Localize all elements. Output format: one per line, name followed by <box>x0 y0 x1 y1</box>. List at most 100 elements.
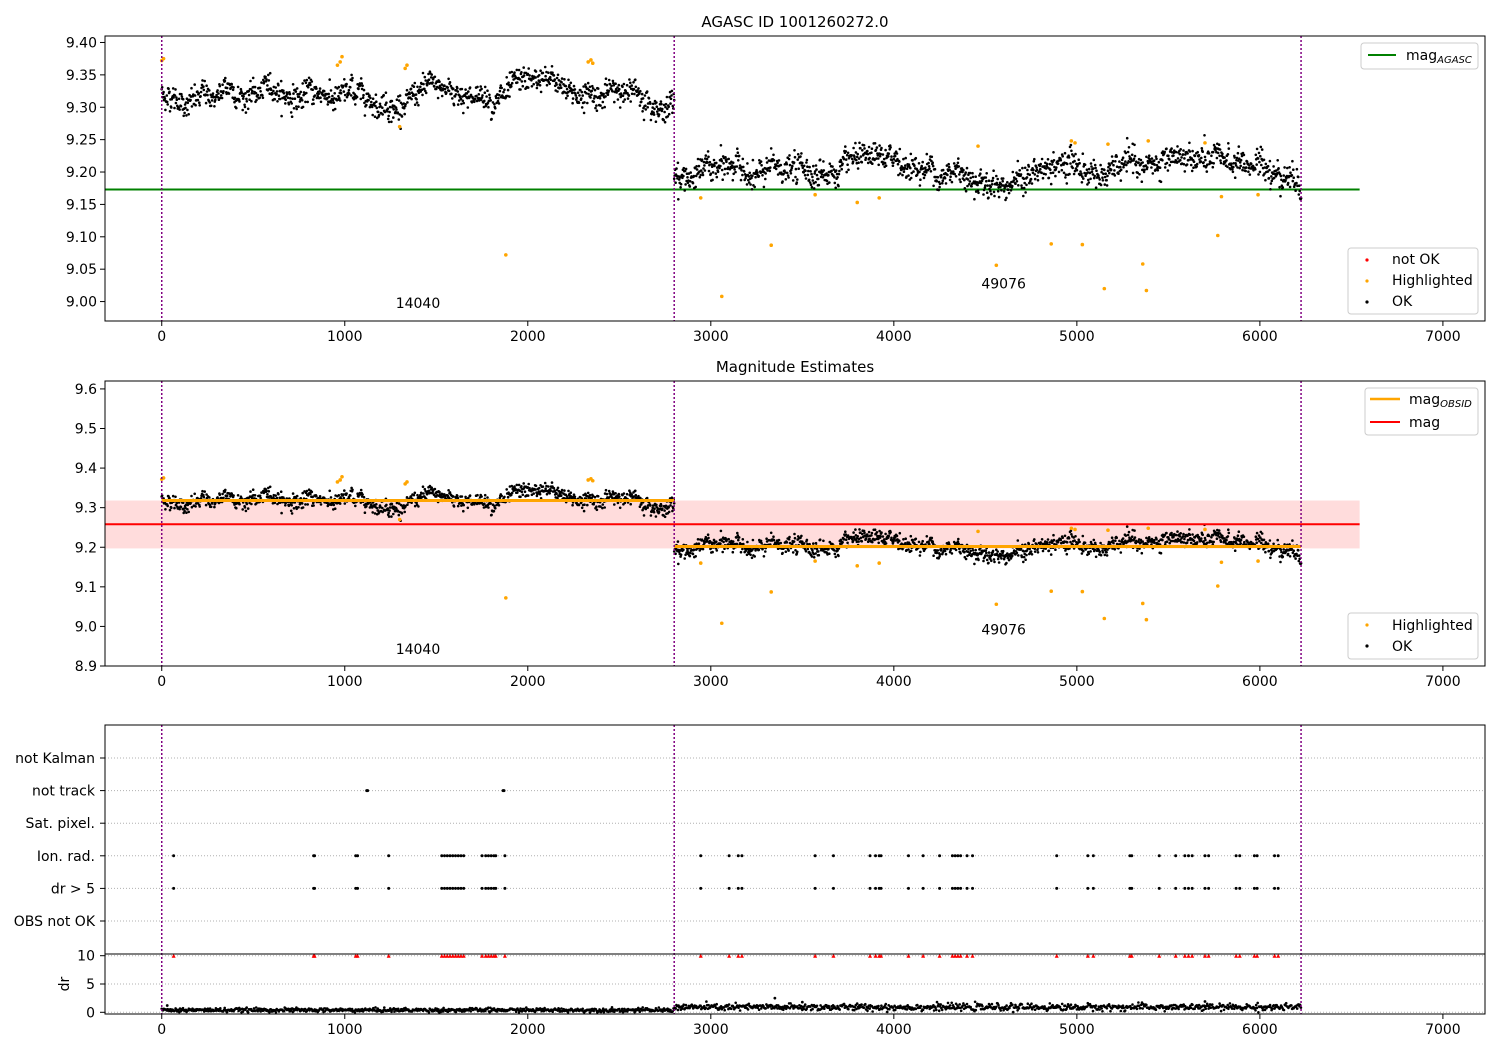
ok-point <box>516 81 519 84</box>
ok-point <box>497 504 501 507</box>
ok-point <box>860 540 864 543</box>
ok-point <box>810 172 813 176</box>
ok-point <box>1092 538 1096 542</box>
ok-point <box>992 558 996 561</box>
ok-point <box>1260 532 1264 535</box>
ok-point <box>1258 170 1262 174</box>
ok-point <box>507 81 510 84</box>
ok-point <box>982 193 985 196</box>
ok-point <box>1291 159 1294 163</box>
ok-point <box>1203 134 1206 137</box>
ok-point <box>375 506 379 510</box>
ok-point <box>957 542 961 546</box>
ok-point <box>415 101 419 104</box>
ok-point <box>709 172 713 175</box>
ok-point <box>859 146 862 150</box>
ok-point <box>931 540 934 543</box>
ok-point <box>1050 163 1054 166</box>
ok-point <box>691 181 695 185</box>
ok-point <box>1035 166 1038 169</box>
ok-point <box>594 106 597 110</box>
ok-point <box>265 78 268 81</box>
ok-point <box>272 89 275 93</box>
ok-point <box>162 90 165 94</box>
ok-point <box>679 182 683 186</box>
ok-point <box>1191 533 1194 536</box>
ok-point <box>606 93 610 96</box>
ok-point <box>697 542 701 545</box>
ok-point <box>374 93 378 96</box>
ok-point <box>623 98 627 101</box>
ok-point <box>241 97 245 100</box>
ok-point <box>1106 169 1110 172</box>
ok-point <box>640 92 644 96</box>
ok-point <box>965 166 969 170</box>
ok-point <box>711 171 715 174</box>
ok-point <box>688 185 692 188</box>
ok-point <box>566 94 569 98</box>
ok-point <box>1295 181 1298 185</box>
ok-point <box>456 86 459 90</box>
x-tick-label: 7000 <box>1425 329 1461 345</box>
ok-point <box>1056 162 1060 165</box>
ok-point <box>873 528 877 531</box>
ok-point <box>750 188 754 191</box>
ok-point <box>497 96 500 100</box>
ok-point <box>1083 163 1087 166</box>
ok-point <box>209 505 213 509</box>
ok-point <box>739 178 743 182</box>
ok-point <box>737 536 741 539</box>
ok-point <box>466 106 470 109</box>
ok-point <box>1288 185 1292 189</box>
ok-point <box>1239 158 1243 162</box>
ok-point <box>193 83 196 86</box>
ok-point <box>822 160 825 163</box>
ok-point <box>1033 157 1036 161</box>
ok-point <box>487 506 490 509</box>
ok-point <box>737 159 740 162</box>
ok-point <box>1269 188 1272 191</box>
ok-point <box>996 177 999 181</box>
ok-point <box>1054 174 1057 178</box>
ok-point <box>521 84 525 88</box>
ok-point <box>483 91 487 94</box>
ok-point <box>984 554 987 557</box>
ok-point <box>544 74 547 78</box>
ok-point <box>1118 160 1121 163</box>
ok-point <box>947 162 950 166</box>
ok-point <box>1285 177 1288 180</box>
ok-point <box>291 83 295 86</box>
ok-point <box>654 120 658 123</box>
ok-point <box>1181 153 1185 156</box>
ok-point <box>727 157 730 161</box>
ok-point <box>556 486 560 490</box>
ok-point <box>950 180 954 184</box>
ok-point <box>721 550 724 554</box>
ok-point <box>715 175 719 179</box>
ok-point <box>1082 177 1085 180</box>
ok-point <box>651 102 655 106</box>
ok-point <box>292 507 296 510</box>
ok-point <box>381 113 385 116</box>
ok-point <box>1150 166 1153 169</box>
ok-point <box>909 166 912 170</box>
ok-point <box>486 89 489 92</box>
ok-point <box>702 160 706 164</box>
ok-point <box>345 82 348 86</box>
ok-point <box>1203 155 1207 159</box>
ok-point <box>494 96 498 100</box>
ok-point <box>570 91 574 95</box>
panel-2-title: Magnitude Estimates <box>716 358 874 376</box>
ok-point <box>1075 168 1079 172</box>
ok-point <box>1201 533 1204 537</box>
ok-point <box>190 86 193 90</box>
ok-point <box>1188 141 1191 145</box>
y-tick-label: 9.30 <box>66 100 97 116</box>
ok-point <box>837 554 840 558</box>
ok-point <box>721 178 724 181</box>
ok-point <box>245 100 249 103</box>
ok-point <box>181 97 185 101</box>
ok-point <box>264 75 267 79</box>
ok-point <box>523 490 527 494</box>
ok-point <box>1241 168 1244 172</box>
